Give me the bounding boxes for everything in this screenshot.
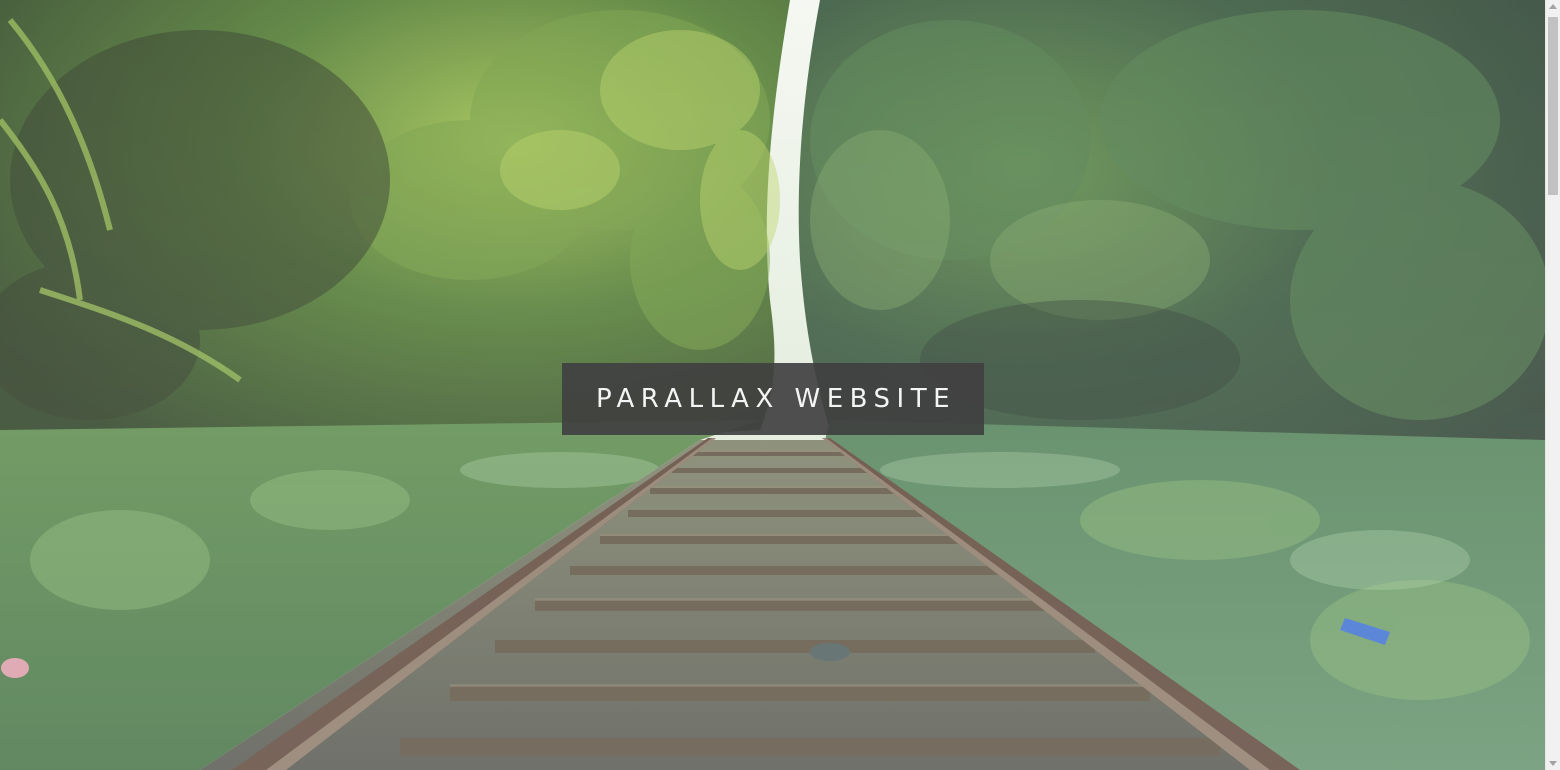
scroll-up-arrow-icon[interactable] <box>1549 4 1557 9</box>
page-viewport: PARALLAX WEBSITE <box>0 0 1545 770</box>
hero-title-box: PARALLAX WEBSITE <box>562 363 984 435</box>
hero-title: PARALLAX WEBSITE <box>595 384 957 414</box>
scroll-down-arrow-icon[interactable] <box>1549 761 1557 766</box>
scrollbar-thumb[interactable] <box>1548 17 1558 195</box>
vertical-scrollbar[interactable] <box>1545 0 1560 770</box>
